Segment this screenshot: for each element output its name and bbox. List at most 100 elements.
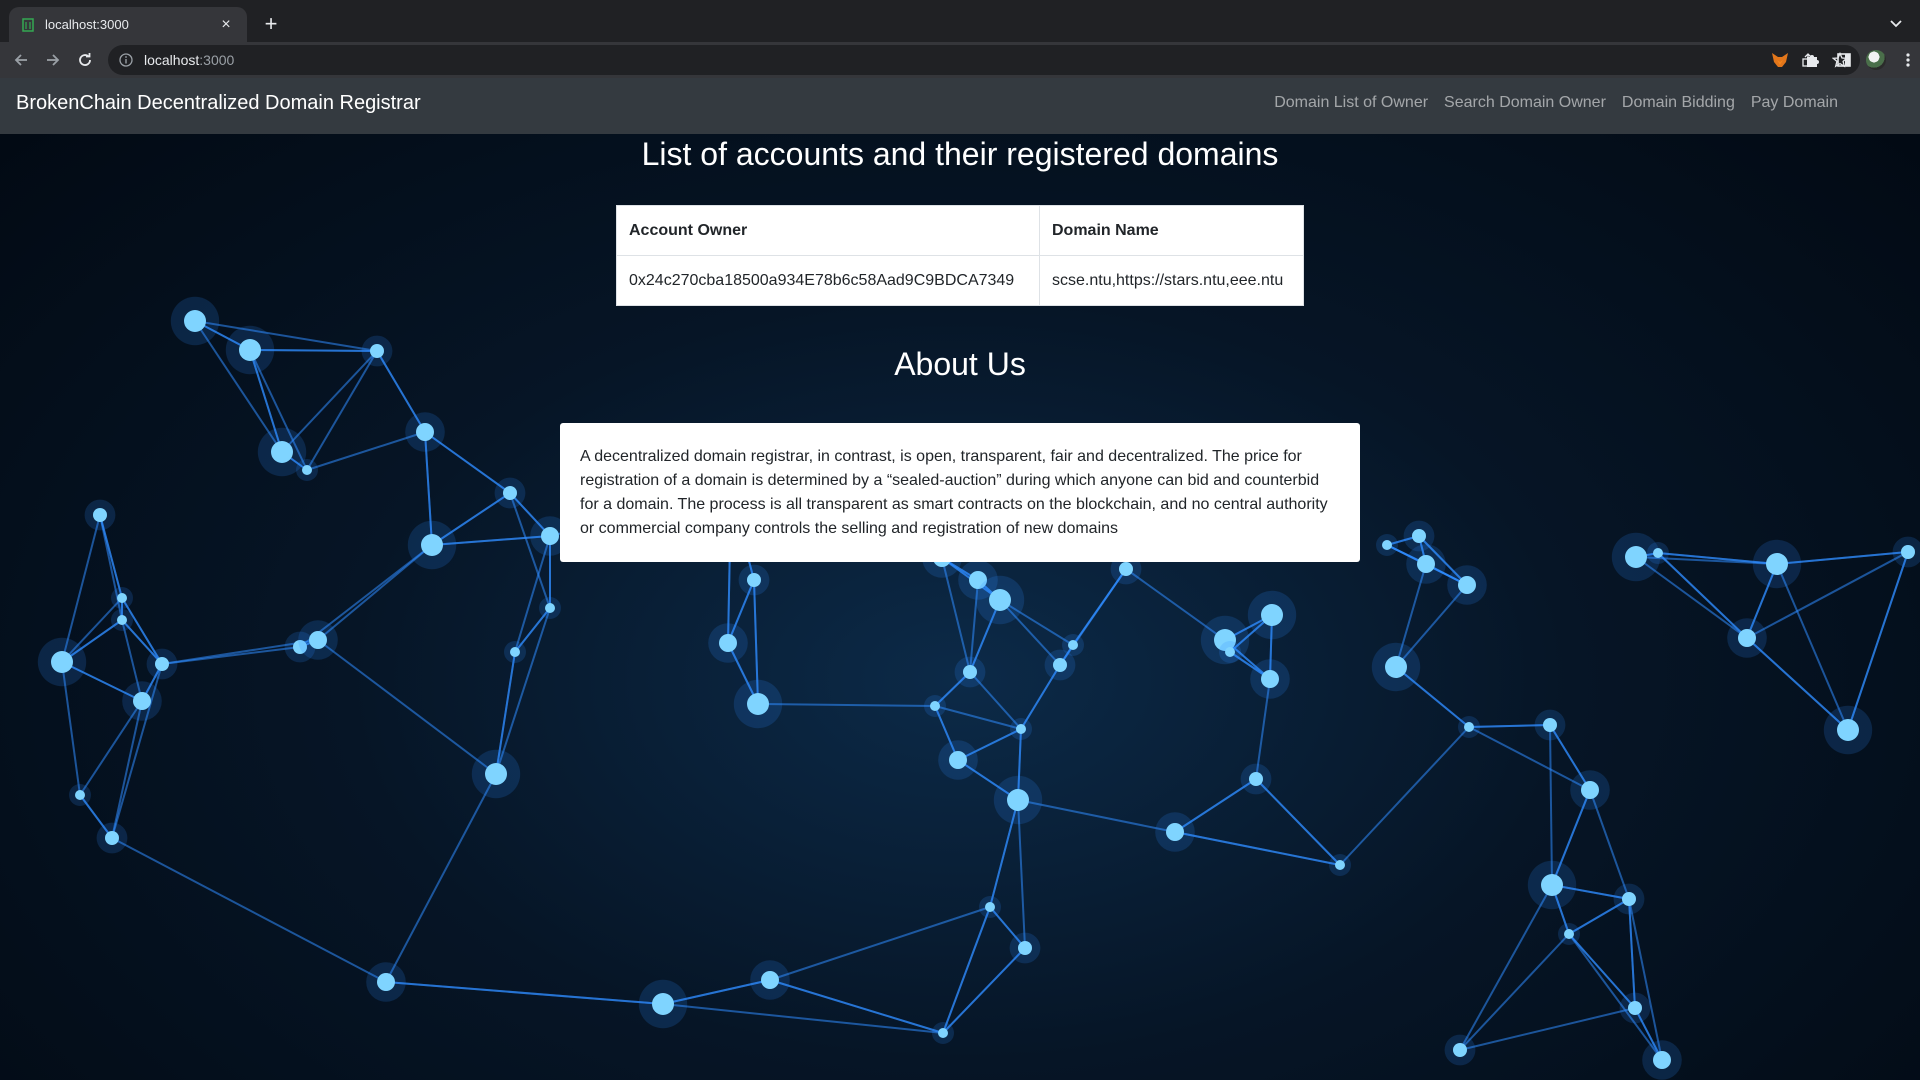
network-node xyxy=(747,573,761,587)
about-title: About Us xyxy=(894,346,1026,382)
avatar xyxy=(1866,50,1886,70)
network-node xyxy=(1738,629,1756,647)
network-node xyxy=(302,465,312,475)
url-text: localhost:3000 xyxy=(144,52,234,68)
table-header-row: Account Owner Domain Name xyxy=(616,205,1304,256)
site-navbar: BrokenChain Decentralized Domain Registr… xyxy=(0,78,1920,134)
site-brand[interactable]: BrokenChain Decentralized Domain Registr… xyxy=(16,92,421,115)
network-node xyxy=(117,615,127,625)
network-line xyxy=(1468,726,1591,791)
site-info-icon[interactable] xyxy=(118,52,134,68)
reload-icon[interactable] xyxy=(73,48,97,72)
metamask-fox-icon[interactable] xyxy=(1768,48,1792,72)
network-node xyxy=(1335,860,1345,870)
network-line xyxy=(1339,726,1470,866)
nav-link-domain-bidding[interactable]: Domain Bidding xyxy=(1622,94,1735,112)
network-node xyxy=(271,441,293,463)
network-node xyxy=(1382,540,1392,550)
network-node xyxy=(309,631,327,649)
network-node xyxy=(1653,548,1663,558)
tab-search-chevron-icon[interactable] xyxy=(1884,12,1908,36)
browser-tab-strip: localhost:3000 × + xyxy=(0,0,1920,42)
network-line xyxy=(1459,1007,1636,1051)
nav-links: Domain List of Owner Search Domain Owner… xyxy=(1258,94,1838,112)
side-panel-icon[interactable] xyxy=(1832,48,1856,72)
network-node xyxy=(51,651,73,673)
column-header-account-owner: Account Owner xyxy=(616,205,1040,256)
extension-icons xyxy=(1760,48,1920,72)
domain-table: Account Owner Domain Name 0x24c270cba185… xyxy=(616,205,1304,306)
tab-title: localhost:3000 xyxy=(45,17,129,32)
network-node xyxy=(1458,576,1476,594)
network-line xyxy=(662,1003,944,1034)
network-node xyxy=(93,508,107,522)
account-owner-cell: 0x24c270cba18500a934E78b6c58Aad9C9BDCA73… xyxy=(616,255,1040,306)
network-node xyxy=(155,657,169,671)
network-line xyxy=(111,837,387,983)
network-node xyxy=(421,534,443,556)
nav-link-pay-domain[interactable]: Pay Domain xyxy=(1751,94,1838,112)
network-node xyxy=(930,701,940,711)
network-node xyxy=(1543,718,1557,732)
network-node xyxy=(1053,658,1067,672)
network-node xyxy=(1766,553,1788,575)
network-line xyxy=(385,981,664,1005)
profile-avatar-icon[interactable] xyxy=(1864,48,1888,72)
network-node xyxy=(545,603,555,613)
nav-link-search-owner[interactable]: Search Domain Owner xyxy=(1444,94,1606,112)
network-node xyxy=(416,423,434,441)
network-node xyxy=(1412,529,1426,543)
network-node xyxy=(1622,892,1636,906)
network-node xyxy=(1837,719,1859,741)
network-node xyxy=(949,751,967,769)
network-line xyxy=(769,906,991,981)
network-node xyxy=(75,790,85,800)
network-node xyxy=(105,831,119,845)
url-port: :3000 xyxy=(199,52,235,68)
network-node xyxy=(1225,647,1235,657)
network-node xyxy=(1261,604,1283,626)
new-tab-icon[interactable]: + xyxy=(259,11,283,36)
menu-kebab-icon[interactable] xyxy=(1896,48,1920,72)
about-text: A decentralized domain registrar, in con… xyxy=(580,448,1328,537)
network-node xyxy=(1453,1043,1467,1057)
network-node xyxy=(1901,545,1915,559)
network-node xyxy=(1625,546,1647,568)
network-line xyxy=(495,607,551,775)
network-node xyxy=(510,647,520,657)
table-row: 0x24c270cba18500a934E78b6c58Aad9C9BDCA73… xyxy=(616,255,1304,306)
close-tab-icon[interactable]: × xyxy=(217,16,235,34)
network-node xyxy=(1018,941,1032,955)
network-node xyxy=(989,589,1011,611)
browser-toolbar: localhost:3000 xyxy=(0,42,1920,78)
network-node xyxy=(1249,772,1263,786)
address-bar[interactable]: localhost:3000 xyxy=(108,45,1860,75)
network-node xyxy=(133,692,151,710)
network-node xyxy=(761,971,779,989)
nav-link-domain-list[interactable]: Domain List of Owner xyxy=(1274,94,1428,112)
domain-list-title: List of accounts and their registered do… xyxy=(641,136,1279,172)
network-node xyxy=(1385,656,1407,678)
network-line xyxy=(111,700,143,839)
network-line xyxy=(385,773,497,983)
network-node xyxy=(747,693,769,715)
network-line xyxy=(934,705,1022,730)
network-line xyxy=(757,703,936,707)
back-arrow-icon[interactable] xyxy=(9,48,33,72)
network-node xyxy=(184,310,206,332)
network-node xyxy=(503,486,517,500)
network-node xyxy=(377,973,395,991)
network-node xyxy=(1653,1051,1671,1069)
network-node xyxy=(1417,555,1435,573)
network-line xyxy=(1568,933,1663,1061)
forward-arrow-icon[interactable] xyxy=(41,48,65,72)
network-node xyxy=(541,527,559,545)
network-node xyxy=(1581,781,1599,799)
network-node xyxy=(1464,722,1474,732)
browser-tab[interactable]: localhost:3000 × xyxy=(9,7,247,42)
network-node xyxy=(1166,823,1184,841)
extensions-puzzle-icon[interactable] xyxy=(1800,48,1824,72)
network-node xyxy=(1007,789,1029,811)
column-header-domain-name: Domain Name xyxy=(1039,205,1304,256)
network-line xyxy=(1174,831,1341,866)
